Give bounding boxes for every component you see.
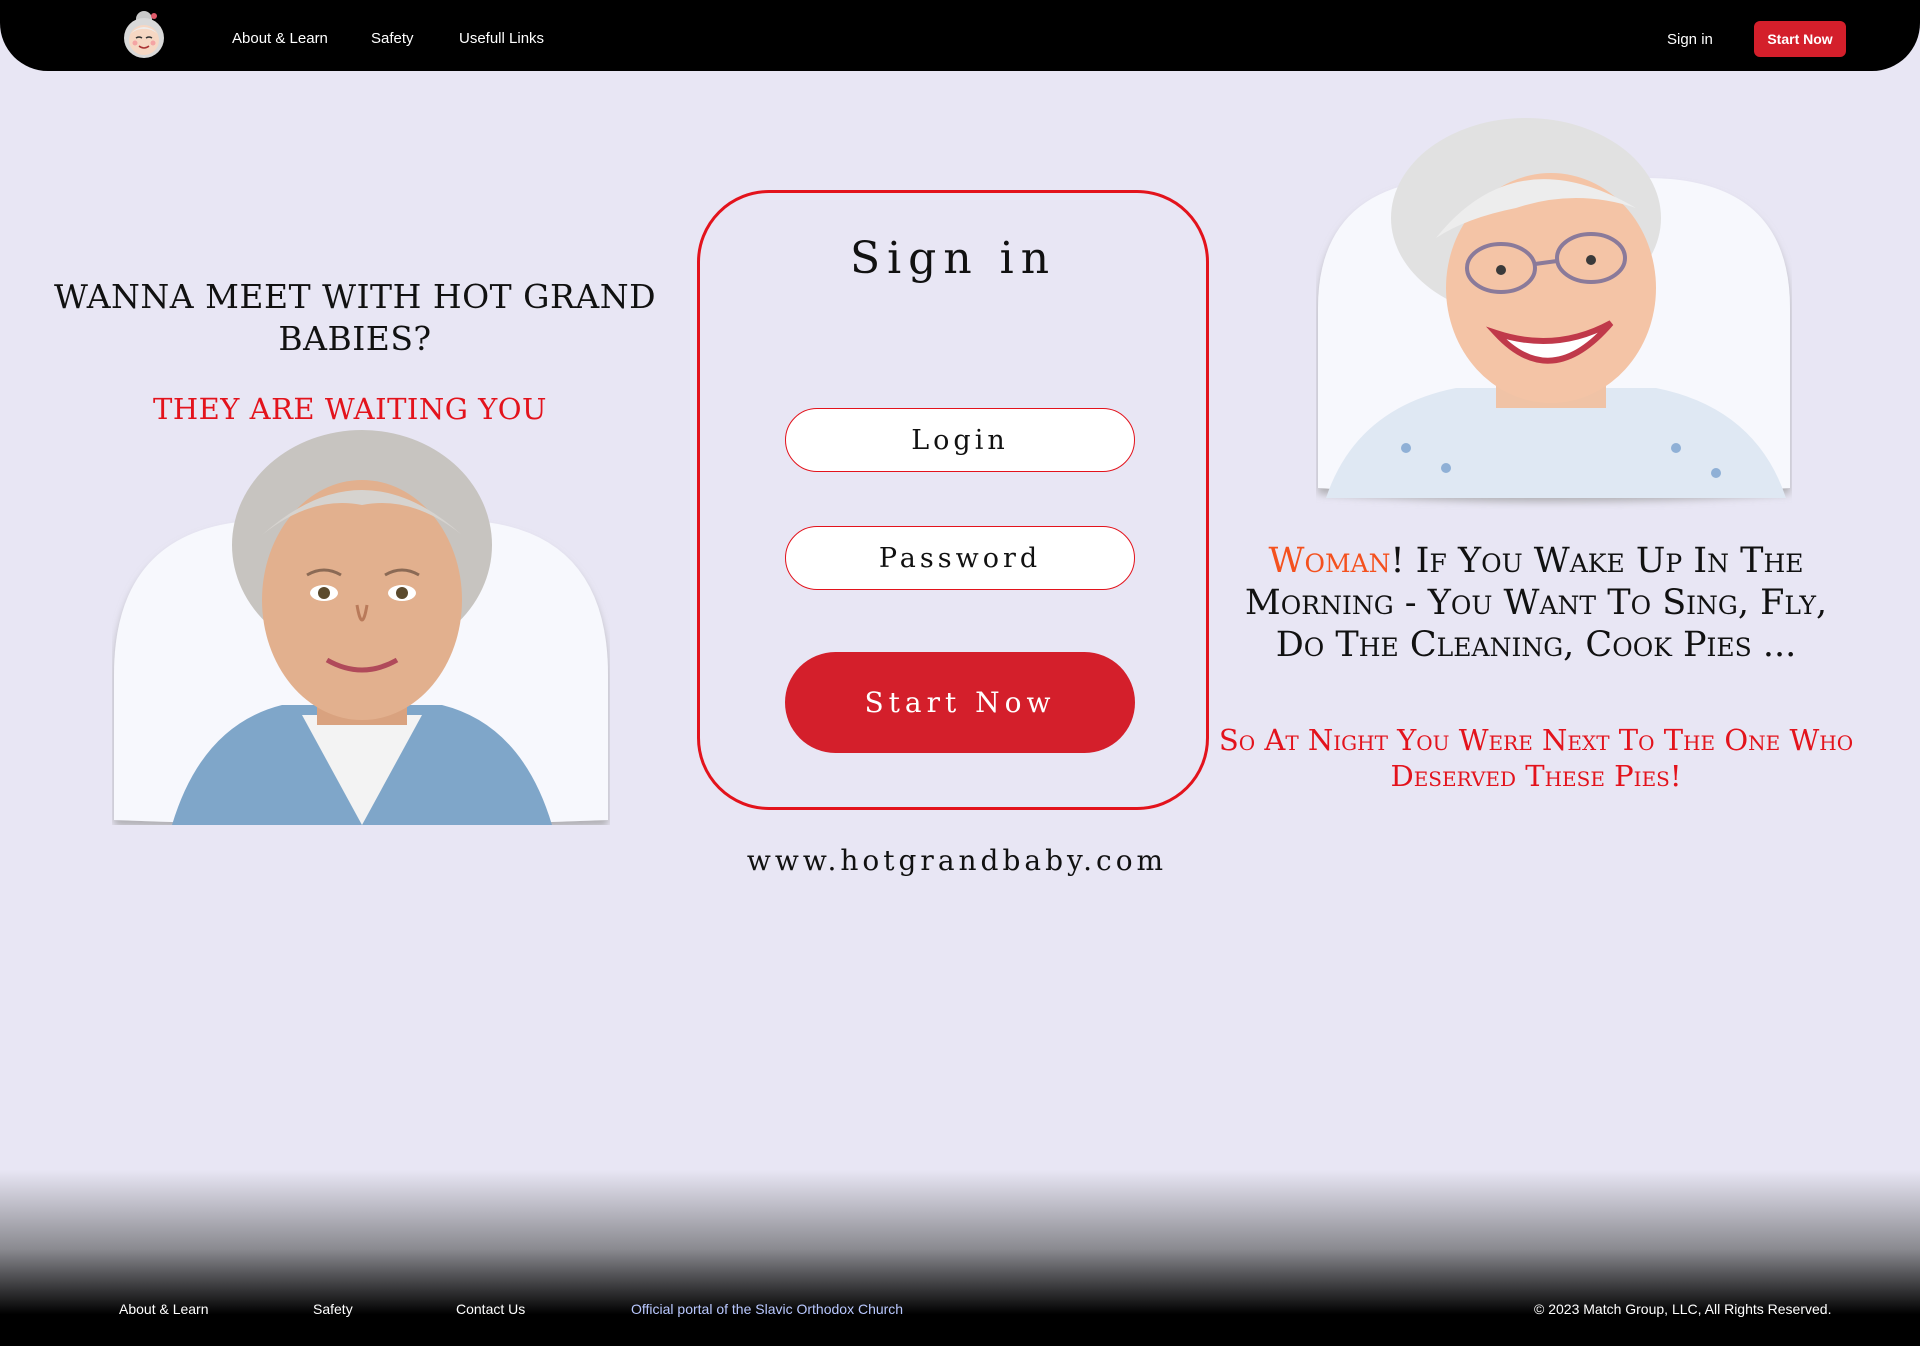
- footer-safety[interactable]: Safety: [313, 1301, 353, 1317]
- nav-safety[interactable]: Safety: [371, 30, 414, 47]
- nav-useful-links[interactable]: Usefull Links: [459, 30, 544, 47]
- footer: [0, 1170, 1920, 1346]
- login-input[interactable]: [785, 408, 1135, 472]
- footer-contact-us[interactable]: Contact Us: [456, 1301, 525, 1317]
- right-headline: Woman! If You Wake Up In The Morning - Y…: [1218, 540, 1854, 666]
- password-input[interactable]: [785, 526, 1135, 590]
- header-signin-link[interactable]: Sign in: [1667, 31, 1713, 48]
- footer-portal-link[interactable]: Official portal of the Slavic Orthodox C…: [631, 1301, 903, 1317]
- left-headline: WANNA MEET WITH HOT GRAND BABIES?: [53, 277, 657, 358]
- footer-about-learn[interactable]: About & Learn: [119, 1301, 209, 1317]
- header-start-now-button[interactable]: Start Now: [1754, 21, 1846, 57]
- top-navigation-bar: About & Learn Safety Usefull Links Sign …: [0, 0, 1920, 71]
- nav-about-learn[interactable]: About & Learn: [232, 30, 328, 47]
- logo-icon[interactable]: [120, 8, 168, 60]
- footer-copyright: © 2023 Match Group, LLC, All Rights Rese…: [1534, 1301, 1832, 1317]
- site-url: www.hotgrandbaby.com: [746, 844, 1168, 877]
- signin-title: Sign in: [849, 233, 1057, 284]
- left-subheadline: THEY ARE WAITING YOU: [152, 392, 547, 426]
- smiling-grandma-photo: [112, 425, 610, 825]
- right-red-text: So At Night You Were Next To The One Who…: [1218, 723, 1854, 793]
- start-now-button[interactable]: Start Now: [785, 652, 1135, 753]
- laughing-grandma-photo: [1316, 118, 1792, 510]
- right-headline-accent: Woman: [1268, 541, 1391, 581]
